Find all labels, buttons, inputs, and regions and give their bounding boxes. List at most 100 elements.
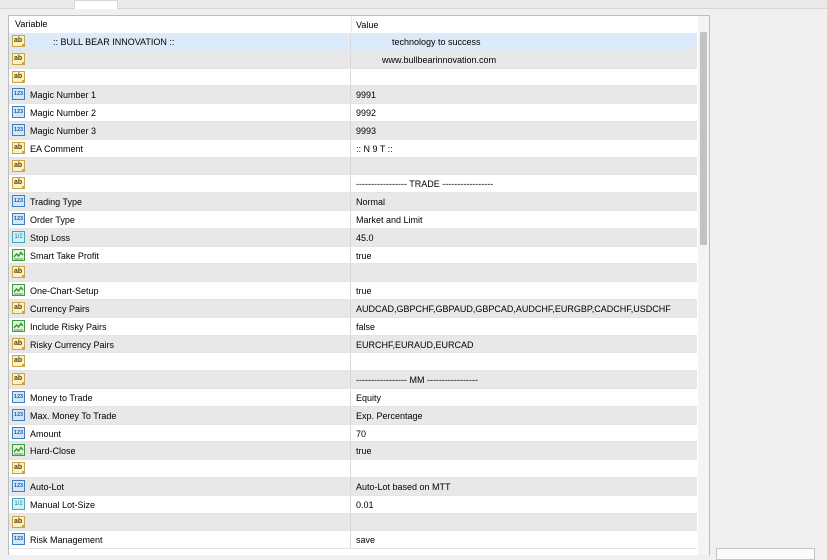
variable-cell[interactable]: 123 Amount <box>9 424 351 442</box>
value-cell[interactable]: save <box>352 531 697 548</box>
vertical-scrollbar[interactable] <box>698 16 709 555</box>
variable-cell[interactable]: ab <box>9 264 351 282</box>
input-row[interactable]: ab <box>9 68 697 87</box>
input-row[interactable]: 123 Magic Number 3 9993 <box>9 121 697 140</box>
variable-value[interactable]: true <box>356 446 372 456</box>
value-cell[interactable]: Market and Limit <box>352 211 697 228</box>
header-value[interactable]: Value <box>356 20 378 30</box>
side-button[interactable] <box>716 548 815 560</box>
input-row[interactable]: 123 Risk Management save <box>9 531 697 550</box>
input-row[interactable]: 123 Amount 70 <box>9 424 697 443</box>
value-cell[interactable] <box>352 460 697 477</box>
input-row[interactable]: ab EA Comment:: N 9 T :: <box>9 139 697 158</box>
variable-cell[interactable]: ab <box>9 68 351 86</box>
variable-cell[interactable]: ab:: BULL BEAR INNOVATION :: <box>9 33 351 50</box>
value-cell[interactable] <box>352 514 697 531</box>
input-row[interactable]: Smart Take Profit true <box>9 246 697 265</box>
variable-cell[interactable]: ab <box>9 353 351 371</box>
input-row[interactable]: ab www.bullbearinnovation.com <box>9 50 697 69</box>
variable-cell[interactable]: 1/2 Manual Lot-Size <box>9 495 351 513</box>
value-cell[interactable]: EURCHF,EURAUD,EURCAD <box>352 336 697 353</box>
variable-cell[interactable]: ab <box>9 513 351 531</box>
value-cell[interactable]: true <box>352 282 697 299</box>
value-cell[interactable]: 0.01 <box>352 496 697 513</box>
variable-value[interactable]: true <box>356 286 372 296</box>
variable-value[interactable]: technology to success <box>392 37 481 47</box>
value-cell[interactable]: ----------------- TRADE ----------------… <box>352 175 697 192</box>
variable-cell[interactable]: ab <box>9 157 351 175</box>
input-row[interactable]: ab Currency Pairs AUDCAD,GBPCHF,GBPAUD,GBP… <box>9 299 697 318</box>
input-row[interactable]: 1/2 Manual Lot-Size 0.01 <box>9 495 697 514</box>
header-divider[interactable] <box>351 16 352 32</box>
variable-value[interactable]: EURCHF,EURAUD,EURCAD <box>356 340 474 350</box>
input-row[interactable]: ab ----------------- MM ----------------- <box>9 371 697 389</box>
input-row[interactable]: 123 Auto-Lot Auto-Lot based on MTT <box>9 477 697 496</box>
value-cell[interactable]: Auto-Lot based on MTT <box>352 478 697 495</box>
variable-cell[interactable]: ab Currency Pairs <box>9 299 351 317</box>
input-row[interactable]: 123 Max. Money To Trade Exp. Percentage <box>9 406 697 425</box>
variable-cell[interactable]: 123 Magic Number 2 <box>9 104 351 121</box>
variable-value[interactable]: ----------------- TRADE ----------------… <box>356 179 493 189</box>
value-cell[interactable] <box>352 69 697 86</box>
input-row[interactable]: ab <box>9 264 697 283</box>
value-cell[interactable]: technology to success <box>352 33 697 50</box>
variable-cell[interactable]: One-Chart-Setup <box>9 282 351 299</box>
input-row[interactable]: ab <box>9 513 697 532</box>
value-cell[interactable]: 9991 <box>352 86 697 103</box>
variable-cell[interactable]: Smart Take Profit <box>9 246 351 264</box>
variable-cell[interactable]: Include Risky Pairs <box>9 317 351 335</box>
variable-cell[interactable]: ab Risky Currency Pairs <box>9 335 351 353</box>
input-row[interactable]: ab ----------------- TRADE --------------… <box>9 175 697 194</box>
input-row[interactable]: ab <box>9 460 697 478</box>
variable-value[interactable]: Equity <box>356 393 381 403</box>
value-cell[interactable]: 9992 <box>352 104 697 121</box>
value-cell[interactable]: 9993 <box>352 122 697 139</box>
value-cell[interactable]: Exp. Percentage <box>352 407 697 424</box>
variable-value[interactable]: 9991 <box>356 90 376 100</box>
value-cell[interactable] <box>352 264 697 281</box>
input-row[interactable]: 1/2 Stop Loss 45.0 <box>9 228 697 247</box>
input-row[interactable]: 123 Trading Type Normal <box>9 193 697 211</box>
scrollbar-thumb[interactable] <box>700 32 707 245</box>
input-row[interactable]: ab Risky Currency Pairs EURCHF,EURAUD,EURC… <box>9 335 697 354</box>
value-cell[interactable]: true <box>352 442 697 459</box>
value-cell[interactable] <box>352 158 697 175</box>
variable-value[interactable]: Normal <box>356 197 385 207</box>
variable-cell[interactable]: ab <box>9 371 351 388</box>
value-cell[interactable]: 70 <box>352 425 697 442</box>
variable-cell[interactable]: 123 Auto-Lot <box>9 477 351 495</box>
header-variable[interactable]: Variable <box>15 19 47 29</box>
variable-value[interactable]: 9992 <box>356 108 376 118</box>
value-cell[interactable] <box>352 353 697 370</box>
variable-cell[interactable]: 123 Money to Trade <box>9 388 351 406</box>
variable-value[interactable]: Market and Limit <box>356 215 423 225</box>
variable-value[interactable]: ----------------- MM ----------------- <box>356 375 478 385</box>
variable-cell[interactable]: ab <box>9 50 351 68</box>
variable-value[interactable]: Auto-Lot based on MTT <box>356 482 451 492</box>
value-cell[interactable]: www.bullbearinnovation.com <box>352 51 697 68</box>
variable-cell[interactable]: 123 Max. Money To Trade <box>9 406 351 424</box>
input-row[interactable]: ab:: BULL BEAR INNOVATION :: technology t… <box>9 33 697 51</box>
input-row[interactable]: ab <box>9 353 697 372</box>
value-cell[interactable]: AUDCAD,GBPCHF,GBPAUD,GBPCAD,AUDCHF,EURGB… <box>352 300 697 317</box>
variable-cell[interactable]: ab EA Comment <box>9 139 351 157</box>
input-row[interactable]: Hard-Close true <box>9 442 697 461</box>
variable-value[interactable]: www.bullbearinnovation.com <box>382 55 496 65</box>
input-row[interactable]: Include Risky Pairs false <box>9 317 697 336</box>
value-cell[interactable]: true <box>352 247 697 264</box>
variable-cell[interactable]: Hard-Close <box>9 442 351 460</box>
input-row[interactable]: 123 Order Type Market and Limit <box>9 210 697 229</box>
variable-cell[interactable]: ab <box>9 175 351 193</box>
value-cell[interactable]: ----------------- MM ----------------- <box>352 371 697 388</box>
input-row[interactable]: ab <box>9 157 697 176</box>
variable-cell[interactable]: ab <box>9 460 351 477</box>
variable-cell[interactable]: 123 Magic Number 3 <box>9 121 351 139</box>
variable-cell[interactable]: 123 Risk Management <box>9 531 351 549</box>
variable-value[interactable]: save <box>356 535 375 545</box>
input-row[interactable]: 123 Money to Trade Equity <box>9 388 697 407</box>
variable-cell[interactable]: 1/2 Stop Loss <box>9 228 351 246</box>
variable-value[interactable]: true <box>356 251 372 261</box>
variable-cell[interactable]: 123 Trading Type <box>9 193 351 210</box>
variable-value[interactable]: false <box>356 322 375 332</box>
variable-value[interactable]: :: N 9 T :: <box>356 144 393 154</box>
